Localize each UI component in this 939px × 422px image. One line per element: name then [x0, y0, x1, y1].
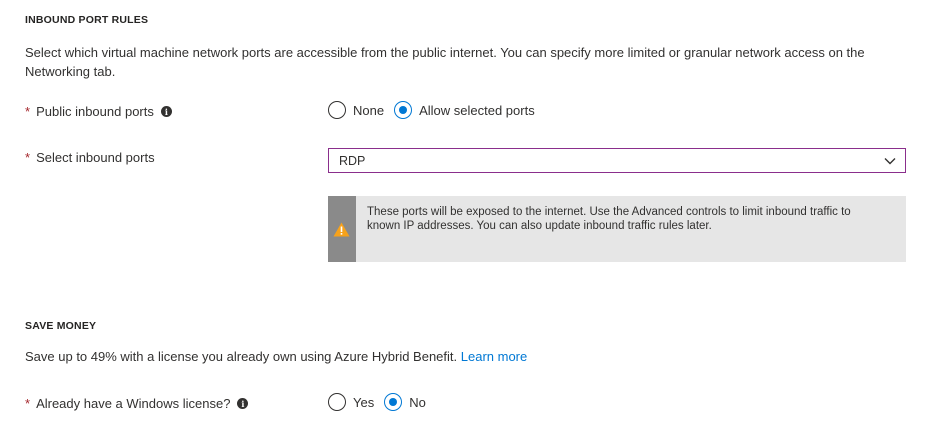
public-inbound-ports-radio-group: None Allow selected ports	[328, 101, 545, 119]
radio-no-circle[interactable]	[384, 393, 403, 411]
radio-none-circle[interactable]	[328, 101, 346, 119]
windows-license-text: Already have a Windows license?	[36, 396, 231, 411]
select-inbound-ports-text: Select inbound ports	[36, 150, 155, 165]
required-marker: *	[25, 104, 31, 119]
radio-none[interactable]: None	[328, 101, 384, 119]
select-inbound-ports-dropdown[interactable]: RDP	[328, 148, 906, 173]
radio-allow-selected-ports-label[interactable]: Allow selected ports	[419, 103, 535, 118]
radio-no-label[interactable]: No	[409, 395, 426, 410]
public-inbound-ports-text: Public inbound ports	[36, 104, 154, 119]
learn-more-link[interactable]: Learn more	[461, 349, 527, 364]
ports-warning-message: These ports will be exposed to the inter…	[328, 196, 906, 262]
windows-license-radio-group: Yes No	[328, 393, 436, 411]
warning-text: These ports will be exposed to the inter…	[367, 206, 851, 232]
radio-allow-selected-ports[interactable]: Allow selected ports	[394, 101, 535, 119]
required-marker: *	[25, 396, 31, 411]
radio-selected-dot	[399, 106, 408, 114]
radio-yes-label[interactable]: Yes	[353, 395, 374, 410]
save-money-header: SAVE MONEY	[25, 320, 97, 332]
radio-yes[interactable]: Yes	[328, 393, 374, 411]
radio-selected-dot	[389, 398, 398, 406]
inbound-port-rules-header: INBOUND PORT RULES	[25, 14, 149, 26]
radio-no[interactable]: No	[384, 393, 426, 411]
info-icon[interactable]: i	[160, 106, 172, 117]
radio-yes-circle[interactable]	[328, 393, 346, 411]
chevron-down-icon[interactable]	[883, 154, 897, 168]
radio-none-label[interactable]: None	[353, 103, 384, 118]
inbound-description: Select which virtual machine network por…	[25, 45, 865, 79]
radio-allow-selected-ports-circle[interactable]	[394, 101, 413, 119]
save-money-description: Save up to 49% with a license you alread…	[25, 347, 527, 366]
public-inbound-ports-label: * Public inbound ports i	[25, 104, 172, 119]
select-inbound-ports-label: * Select inbound ports	[25, 150, 155, 165]
select-inbound-ports-value: RDP	[339, 153, 366, 168]
save-money-text: Save up to 49% with a license you alread…	[25, 349, 458, 364]
warning-icon	[333, 222, 350, 237]
warning-stripe	[328, 196, 356, 262]
required-marker: *	[25, 150, 31, 165]
windows-license-label: * Already have a Windows license? i	[25, 396, 249, 411]
info-icon[interactable]: i	[237, 398, 249, 409]
